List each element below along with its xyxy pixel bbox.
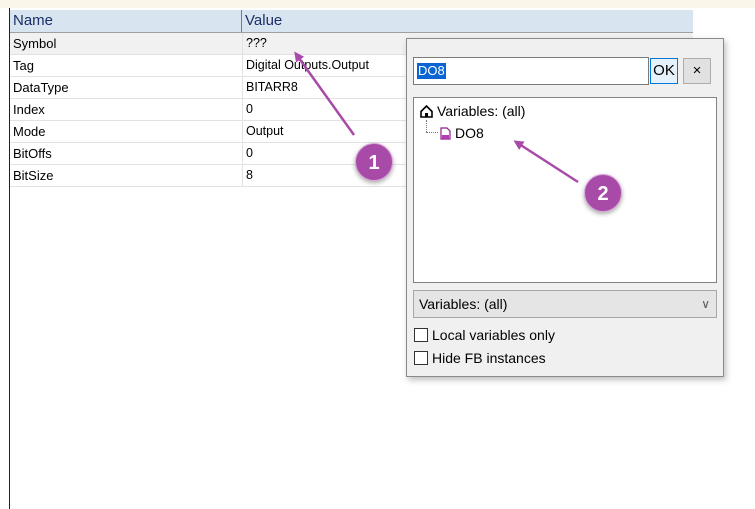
row-name: DataType <box>10 77 243 98</box>
variable-tree[interactable]: Variables: (all) DO8 <box>413 97 717 283</box>
scope-dropdown[interactable]: Variables: (all) ∨ <box>413 290 717 318</box>
variable-icon <box>440 126 451 140</box>
tree-item-label: DO8 <box>455 125 484 141</box>
dropdown-value: Variables: (all) <box>419 296 508 312</box>
hide-fb-instances-checkbox[interactable]: Hide FB instances <box>414 350 546 366</box>
checkbox-label: Local variables only <box>432 327 555 343</box>
checkbox-box[interactable] <box>414 351 428 365</box>
tree-connector <box>426 132 438 134</box>
row-name: BitSize <box>10 165 243 186</box>
variable-picker-popup: DO8 OK × Variables: (all) DO8 Variables:… <box>406 38 724 377</box>
annotation-badge-2: 2 <box>584 174 622 212</box>
annotation-badge-1: 1 <box>355 143 393 181</box>
tree-connector <box>426 120 428 132</box>
row-name: Tag <box>10 55 243 76</box>
ok-button[interactable]: OK <box>650 58 678 84</box>
row-name: BitOffs <box>10 143 243 164</box>
tree-root-label: Variables: (all) <box>437 103 526 119</box>
local-variables-checkbox[interactable]: Local variables only <box>414 327 555 343</box>
search-text: DO8 <box>417 63 446 79</box>
tree-root-item[interactable]: Variables: (all) <box>420 103 525 119</box>
chevron-down-icon: ∨ <box>701 297 710 311</box>
checkbox-label: Hide FB instances <box>432 350 546 366</box>
top-strip <box>0 0 755 8</box>
header-value[interactable]: Value <box>242 10 693 32</box>
row-name: Symbol <box>10 33 243 54</box>
search-input[interactable]: DO8 <box>413 57 649 85</box>
tree-item-do8[interactable]: DO8 <box>440 125 484 141</box>
row-name: Mode <box>10 121 243 142</box>
header-name[interactable]: Name <box>10 10 242 32</box>
checkbox-box[interactable] <box>414 328 428 342</box>
row-name: Index <box>10 99 243 120</box>
home-icon <box>420 104 433 118</box>
grid-header: Name Value <box>10 10 693 33</box>
close-button[interactable]: × <box>683 58 711 84</box>
